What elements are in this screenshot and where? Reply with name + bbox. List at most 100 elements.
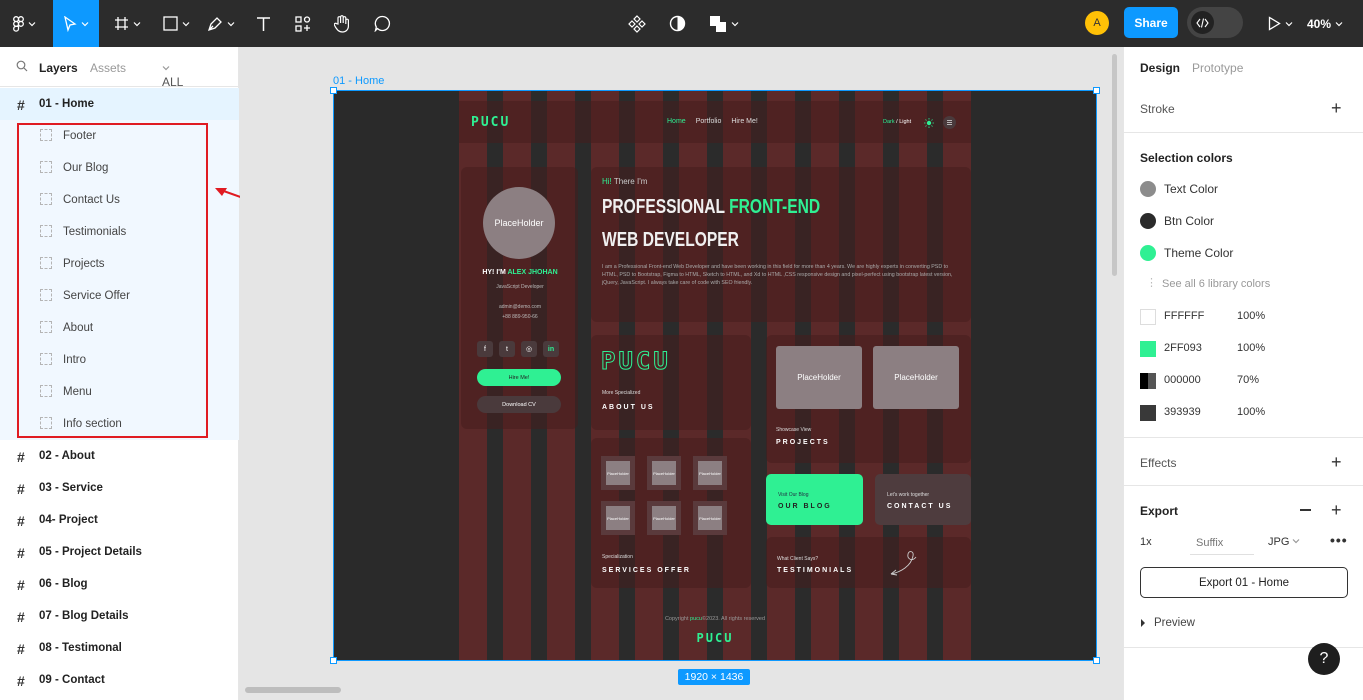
- download-cv-button: Download CV: [477, 396, 561, 413]
- tab-layers[interactable]: Layers: [39, 61, 78, 75]
- cursor-icon: [63, 15, 77, 32]
- layer-frame-project[interactable]: #04- Project: [0, 504, 239, 536]
- layer-frame-blog-details[interactable]: #07 - Blog Details: [0, 600, 239, 632]
- color-style-row[interactable]: Btn Color: [1124, 211, 1363, 231]
- stroke-title: Stroke: [1140, 102, 1175, 116]
- user-avatar[interactable]: A: [1085, 11, 1109, 35]
- export-format-select[interactable]: JPG: [1268, 536, 1300, 548]
- mask-button[interactable]: [664, 0, 690, 47]
- remove-export-button[interactable]: [1300, 509, 1311, 511]
- tab-prototype[interactable]: Prototype: [1192, 61, 1243, 75]
- frame-hash-icon: #: [17, 577, 25, 593]
- color-style-row[interactable]: Theme Color: [1124, 243, 1363, 263]
- color-style-label: Theme Color: [1164, 246, 1234, 260]
- chevron-down-icon: [1293, 539, 1300, 544]
- left-panel-tabs: Layers Assets ALL page: [0, 47, 238, 103]
- more-dots-icon: ⋮: [1146, 277, 1157, 289]
- zoom-menu[interactable]: 40%: [1307, 0, 1343, 47]
- text-tool-button[interactable]: [250, 0, 276, 47]
- layer-frame-project-details[interactable]: #05 - Project Details: [0, 536, 239, 568]
- figma-logo-icon: [12, 15, 24, 32]
- about-logo: PUCU: [601, 347, 671, 376]
- resize-handle[interactable]: [1093, 87, 1100, 94]
- color-swatch: [1140, 309, 1156, 325]
- copyright-brand: pucu: [690, 616, 702, 622]
- export-scale[interactable]: 1x: [1140, 536, 1152, 548]
- color-opacity: 100%: [1237, 342, 1266, 354]
- layer-frame-testimonal[interactable]: #08 - Testimonal: [0, 632, 239, 664]
- frame-hash-icon: #: [17, 481, 25, 497]
- layer-frame-blog[interactable]: #06 - Blog: [0, 568, 239, 600]
- comment-tool-button[interactable]: [369, 0, 395, 47]
- layer-label: 01 - Home: [39, 98, 94, 110]
- color-hex-row[interactable]: 393939 100%: [1124, 403, 1363, 423]
- layer-frame-service[interactable]: #03 - Service: [0, 472, 239, 504]
- pen-tool-button[interactable]: [202, 0, 240, 47]
- horizontal-scrollbar[interactable]: [245, 687, 341, 693]
- share-button[interactable]: Share: [1124, 7, 1178, 38]
- export-options-icon[interactable]: •••: [1330, 532, 1348, 548]
- layer-label: 06 - Blog: [39, 578, 88, 590]
- component-diamond-icon: [628, 14, 646, 33]
- facebook-icon: f: [477, 341, 493, 357]
- main-menu-button[interactable]: [6, 0, 42, 47]
- profile-role: JavaScript Developer: [496, 284, 544, 290]
- chevron-down-icon: [162, 66, 170, 71]
- code-icon: [1191, 11, 1214, 34]
- dev-mode-toggle[interactable]: [1187, 7, 1243, 38]
- move-tool-button[interactable]: [53, 0, 99, 47]
- resources-button[interactable]: [290, 0, 316, 47]
- tab-design[interactable]: Design: [1140, 61, 1180, 75]
- home-frame[interactable]: PUCU Home Portfolio Hire Me! Dark / Ligh…: [333, 90, 1097, 661]
- annotation-highlight-box: [17, 123, 208, 438]
- selection-colors-title: Selection colors: [1140, 151, 1233, 165]
- tab-assets[interactable]: Assets: [90, 61, 126, 75]
- color-hex-row[interactable]: FFFFFF 100%: [1124, 307, 1363, 327]
- projects-caption: PROJECTS: [776, 439, 830, 446]
- shape-tool-button[interactable]: [156, 0, 196, 47]
- frame-tool-button[interactable]: [108, 0, 146, 47]
- boolean-button[interactable]: [706, 0, 742, 47]
- color-swatch: [1140, 181, 1156, 197]
- add-stroke-button[interactable]: +: [1331, 99, 1342, 117]
- color-style-row[interactable]: Text Color: [1124, 179, 1363, 199]
- comment-icon: [373, 15, 391, 32]
- preview-toggle[interactable]: Preview: [1140, 616, 1195, 630]
- blog-card: [766, 474, 863, 525]
- nav-home: Home: [667, 118, 686, 125]
- design-preview: PUCU Home Portfolio Hire Me! Dark / Ligh…: [459, 91, 971, 660]
- resize-handle[interactable]: [1093, 657, 1100, 664]
- layer-frame-contact[interactable]: #09 - Contact: [0, 664, 239, 696]
- testimonials-card: [766, 537, 971, 588]
- resize-handle[interactable]: [330, 87, 337, 94]
- selection-colors-section: Selection colors Text Color Btn Color Th…: [1124, 133, 1363, 438]
- help-button[interactable]: ?: [1308, 643, 1340, 675]
- see-all-colors-link[interactable]: ⋮ See all 6 library colors: [1124, 275, 1363, 295]
- search-icon[interactable]: [16, 60, 28, 75]
- add-effect-button[interactable]: +: [1331, 453, 1342, 471]
- frame-hash-icon: [114, 16, 129, 31]
- resize-handle[interactable]: [330, 657, 337, 664]
- layer-frame-about[interactable]: #02 - About: [0, 440, 239, 472]
- caret-right-icon: [1140, 616, 1146, 630]
- frame-size-badge: 1920 × 1436: [678, 669, 750, 685]
- footer-logo: PUCU: [696, 631, 734, 645]
- right-tabs: Design Prototype: [1124, 47, 1363, 87]
- intro-hi: Hi! There I'm: [602, 177, 647, 186]
- services-caption: SERVICES OFFER: [602, 567, 691, 574]
- color-hex-row[interactable]: 2FF093 100%: [1124, 339, 1363, 359]
- layer-frame-home[interactable]: # 01 - Home: [0, 88, 239, 120]
- present-button[interactable]: [1262, 0, 1298, 47]
- vertical-scrollbar[interactable]: [1112, 54, 1117, 276]
- color-hex-row[interactable]: 000000 70%: [1124, 371, 1363, 391]
- add-export-button[interactable]: +: [1331, 501, 1342, 519]
- export-suffix-input[interactable]: [1190, 531, 1254, 555]
- component-button[interactable]: [624, 0, 650, 47]
- frame-label[interactable]: 01 - Home: [333, 75, 384, 87]
- toolbar: A Share 40%: [0, 0, 1363, 47]
- hand-tool-button[interactable]: [329, 0, 355, 47]
- testimonials-caption: TESTIMONIALS: [777, 567, 854, 574]
- footer-copyright: Copyright pucu©2023. All rights reserved: [459, 616, 971, 622]
- page-selector[interactable]: ALL page: [162, 61, 189, 103]
- export-button[interactable]: Export 01 - Home: [1140, 567, 1348, 598]
